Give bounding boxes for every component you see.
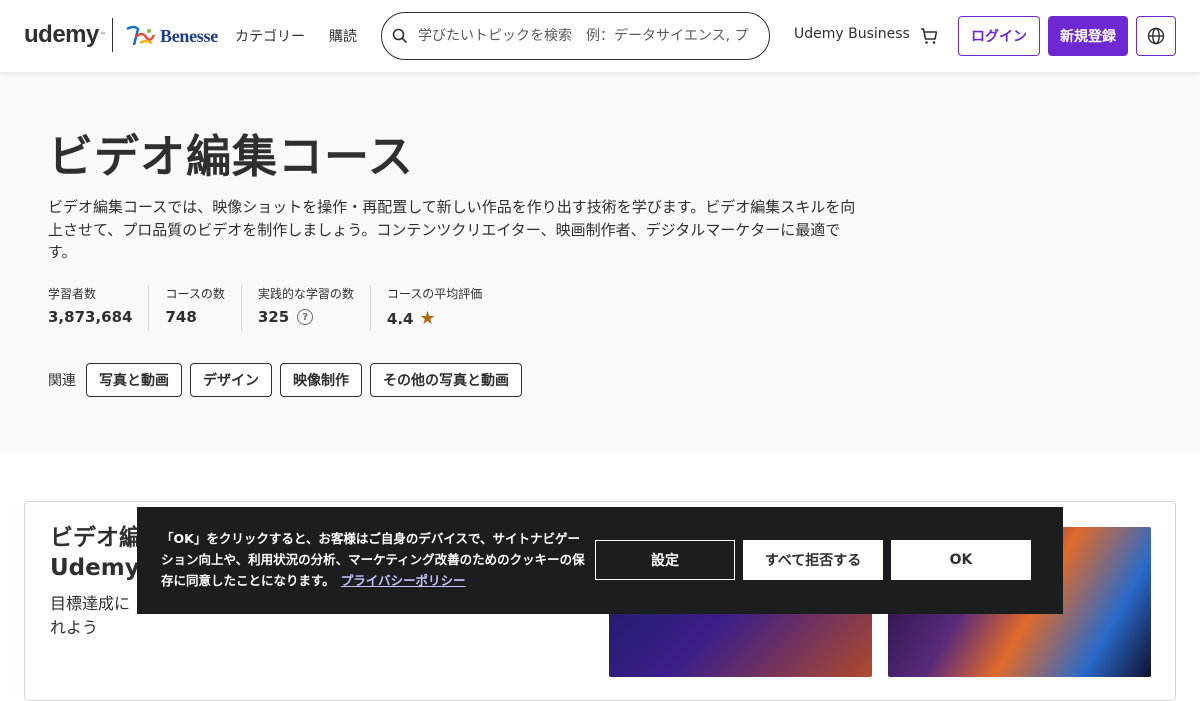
language-button[interactable] — [1136, 16, 1176, 56]
cookie-banner: 「OK」をクリックすると、お客様はご自身のデバイスで、サイトナビゲーション向上や… — [137, 507, 1063, 614]
related-label: 関連 — [48, 373, 76, 389]
search-input[interactable] — [418, 28, 758, 44]
promo-subtitle-line2: れよう — [50, 618, 99, 637]
accept-ok-button[interactable]: OK — [891, 540, 1031, 580]
stat-value: 325 — [257, 308, 290, 326]
stat-label: コースの数 — [165, 287, 225, 301]
subscription-link[interactable]: 購読 — [329, 26, 357, 46]
signup-button[interactable]: 新規登録 — [1048, 16, 1128, 56]
stat-value: 4.4 — [386, 309, 414, 328]
star-icon: ★ — [419, 308, 436, 329]
page-description: ビデオ編集コースでは、映像ショットを操作・再配置して新しい作品を作り出す技術を学… — [48, 198, 856, 261]
globe-icon — [1147, 27, 1165, 45]
benesse-logo-text: Benesse — [160, 25, 218, 46]
topic-chip-other-photo-video[interactable]: その他の写真と動画 — [370, 363, 522, 397]
stat-practice: 実践的な学習の数 325? — [258, 285, 371, 331]
stat-rating: コースの平均評価 4.4 ★ — [387, 285, 498, 331]
privacy-policy-link[interactable]: プライバシーポリシー — [341, 573, 466, 588]
benesse-mark-icon — [126, 25, 156, 46]
stat-value: 748 — [165, 308, 197, 326]
cart-icon[interactable] — [919, 26, 939, 46]
related-topics: 関連 写真と動画 デザイン 映像制作 その他の写真と動画 — [48, 363, 530, 397]
cookie-settings-button[interactable]: 設定 — [595, 540, 735, 580]
reject-all-button[interactable]: すべて拒否する — [743, 540, 883, 580]
stats-row: 学習者数 3,873,684 コースの数 748 実践的な学習の数 325? コ… — [48, 285, 514, 331]
search-icon[interactable] — [392, 28, 408, 44]
topic-chip-design[interactable]: デザイン — [190, 363, 272, 397]
stat-label: 実践的な学習の数 — [257, 287, 354, 301]
benesse-logo[interactable]: Benesse — [124, 22, 218, 50]
udemy-logo[interactable]: udemy ™ — [24, 20, 106, 50]
hero-section: ビデオ編集コース ビデオ編集コースでは、映像ショットを操作・再配置して新しい作品… — [0, 72, 1200, 453]
topic-chip-video-production[interactable]: 映像制作 — [280, 363, 362, 397]
site-header: udemy™ Benesse カテゴリー 購読 Udemy Business ロ… — [0, 0, 1200, 72]
stat-courses: コースの数 748 — [165, 285, 242, 331]
page-title: ビデオ編集コース — [48, 130, 414, 183]
udemy-logo-text: udemy — [24, 21, 99, 48]
logo-divider — [112, 18, 113, 52]
stat-value: 3,873,684 — [48, 308, 133, 326]
stat-label: 学習者数 — [48, 287, 97, 301]
promo-subtitle-line1: 目標達成に — [50, 594, 131, 613]
stat-learners: 学習者数 3,873,684 — [48, 285, 150, 331]
topic-chip-photo-video[interactable]: 写真と動画 — [86, 363, 182, 397]
help-icon[interactable]: ? — [297, 309, 314, 325]
stat-label: コースの平均評価 — [386, 287, 483, 301]
login-button[interactable]: ログイン — [958, 16, 1040, 56]
categories-link[interactable]: カテゴリー — [235, 26, 305, 46]
udemy-business-link[interactable]: Udemy Business — [794, 26, 910, 42]
search-bar[interactable] — [381, 12, 770, 60]
